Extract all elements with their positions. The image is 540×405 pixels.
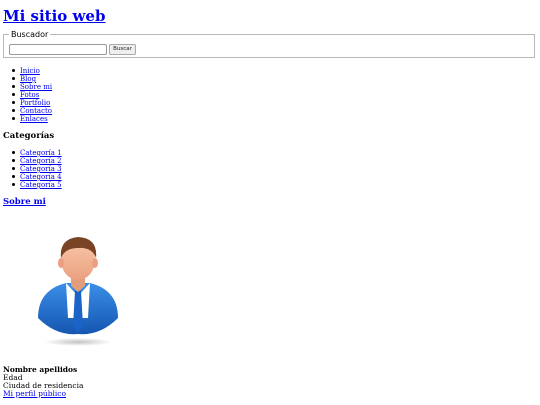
category-link-2[interactable]: Categoría 2 <box>20 157 62 165</box>
site-title: Mi sitio web <box>3 6 105 26</box>
about-heading-link[interactable]: Sobre mi <box>3 197 46 207</box>
search-button[interactable]: Buscar <box>109 44 136 55</box>
category-item: Categoría 4 <box>11 173 62 181</box>
nav-item-fotos: Fotos <box>11 91 52 99</box>
nav-link-sobre-mi[interactable]: Sobre mi <box>20 83 52 91</box>
category-item: Categoría 2 <box>11 157 62 165</box>
search-fieldset: Buscador Buscar <box>3 30 535 58</box>
nav-link-enlaces[interactable]: Enlaces <box>20 115 48 123</box>
category-link-3[interactable]: Categoría 3 <box>20 165 62 173</box>
about-heading: Sobre mi <box>3 197 46 207</box>
nav-item-portfolio: Portfolio <box>11 99 52 107</box>
nav-link-fotos[interactable]: Fotos <box>20 91 39 99</box>
avatar-ear-right <box>92 258 98 268</box>
avatar-shadow <box>44 338 112 346</box>
public-profile-link[interactable]: Mi perfil público <box>3 390 66 398</box>
search-input[interactable] <box>9 44 107 55</box>
nav-item-inicio: Inicio <box>11 67 52 75</box>
nav-item-contacto: Contacto <box>11 107 52 115</box>
nav-item-enlaces: Enlaces <box>11 115 52 123</box>
nav-link-portfolio[interactable]: Portfolio <box>20 99 50 107</box>
businessman-avatar-icon <box>38 237 118 346</box>
nav-link-contacto[interactable]: Contacto <box>20 107 52 115</box>
main-nav: Inicio Blog Sobre mi Fotos Portfolio Con… <box>11 67 52 123</box>
category-item: Categoría 3 <box>11 165 62 173</box>
categories-list: Categoría 1 Categoría 2 Categoría 3 Cate… <box>11 149 62 189</box>
site-title-link[interactable]: Mi sitio web <box>3 7 105 25</box>
nav-item-sobre-mi: Sobre mi <box>11 83 52 91</box>
category-link-5[interactable]: Categoría 5 <box>20 181 62 189</box>
category-link-1[interactable]: Categoría 1 <box>20 149 62 157</box>
search-legend: Buscador <box>9 30 51 39</box>
categories-heading: Categorías <box>3 131 55 141</box>
nav-link-inicio[interactable]: Inicio <box>20 67 40 75</box>
avatar-ear-left <box>58 258 64 268</box>
nav-item-blog: Blog <box>11 75 52 83</box>
nav-link-blog[interactable]: Blog <box>20 75 36 83</box>
category-item: Categoría 1 <box>11 149 62 157</box>
category-link-4[interactable]: Categoría 4 <box>20 173 62 181</box>
category-item: Categoría 5 <box>11 181 62 189</box>
